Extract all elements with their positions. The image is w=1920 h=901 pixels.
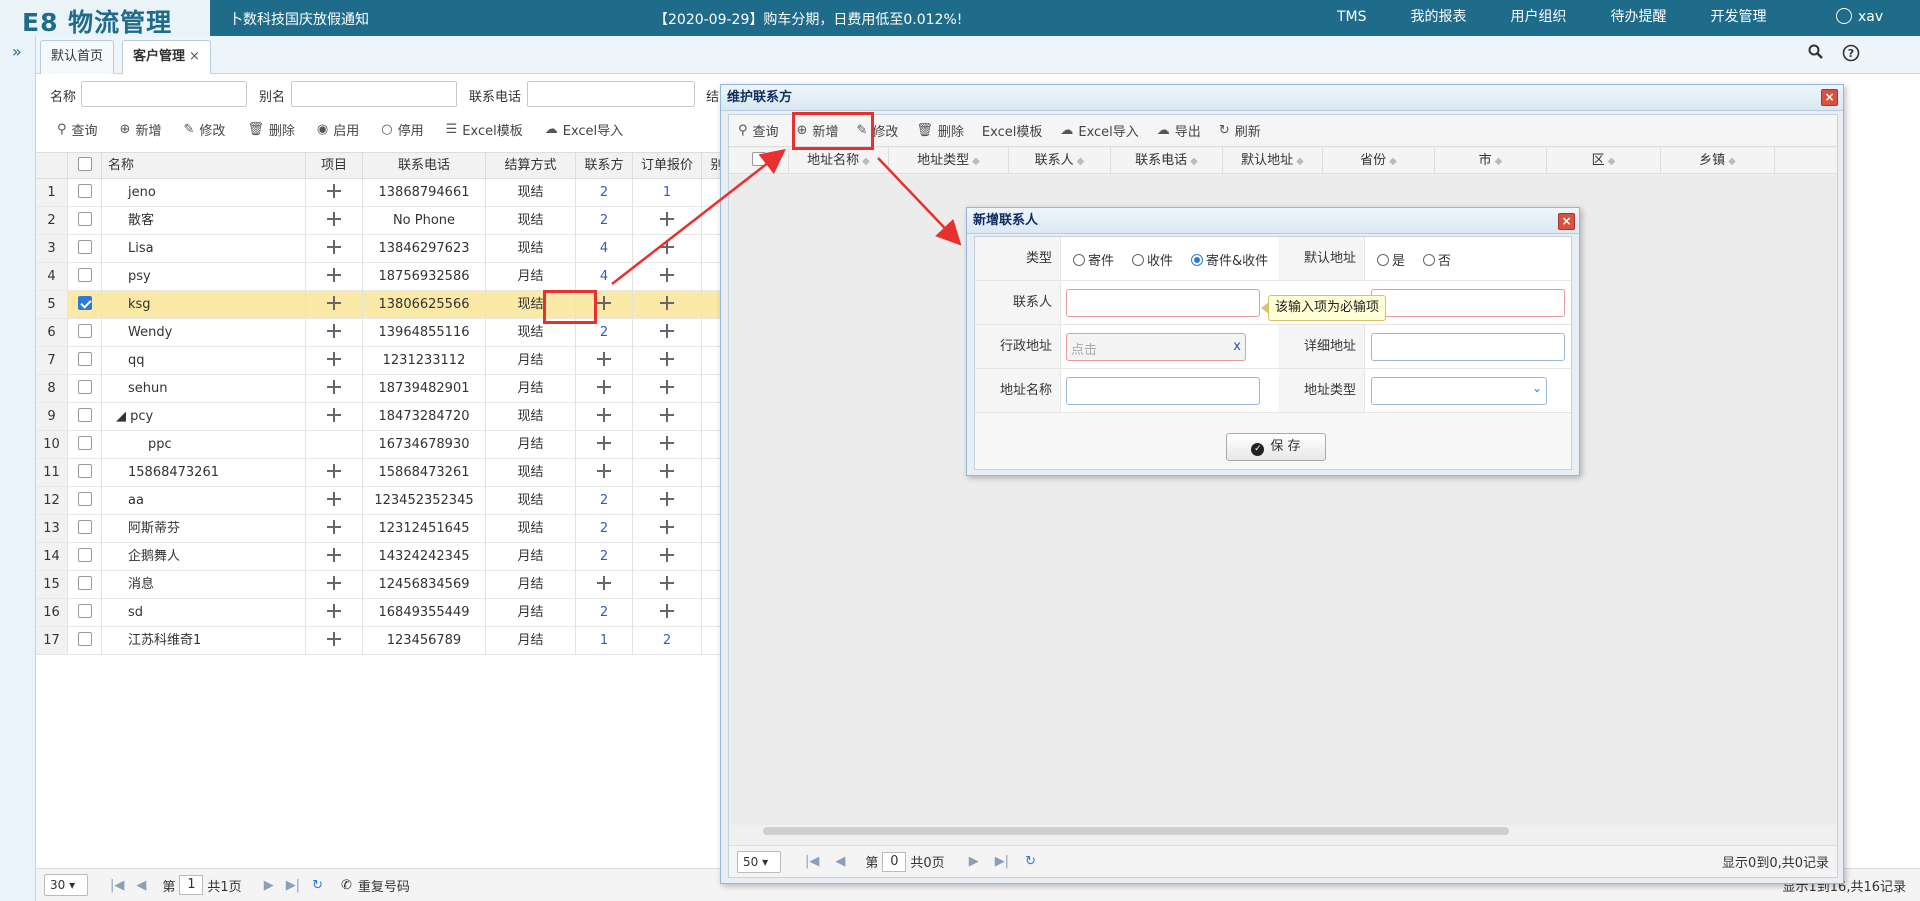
- annotation-arrows: [611, 148, 962, 285]
